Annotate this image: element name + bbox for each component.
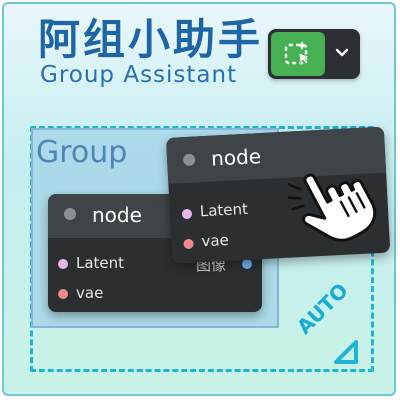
resize-corner-icon — [334, 340, 358, 364]
group-assistant-toolbar — [268, 29, 360, 79]
image-output-port[interactable] — [242, 259, 252, 269]
vae-input-label: vae — [200, 230, 230, 251]
node-title: node — [210, 144, 262, 171]
group-title: Group — [36, 135, 128, 170]
dropdown-button[interactable] — [332, 43, 352, 67]
app-title-cn: 阿组小助手 — [38, 15, 264, 64]
vae-input-label: vae — [76, 284, 104, 302]
group-select-button[interactable] — [271, 32, 325, 76]
app-title-en: Group Assistant — [40, 62, 238, 88]
node-status-dot — [64, 208, 76, 220]
vae-input-port[interactable] — [58, 289, 68, 299]
latent-input-port[interactable] — [58, 259, 68, 269]
hand-pointer-icon — [288, 173, 377, 242]
latent-input-label: Latent — [199, 199, 249, 221]
latent-input-port[interactable] — [181, 208, 193, 220]
node-title: node — [92, 203, 142, 227]
latent-input-label: Latent — [76, 254, 125, 272]
vae-input-port[interactable] — [183, 238, 194, 250]
sparkle-select-icon — [284, 41, 310, 65]
chevron-down-icon — [335, 48, 349, 57]
